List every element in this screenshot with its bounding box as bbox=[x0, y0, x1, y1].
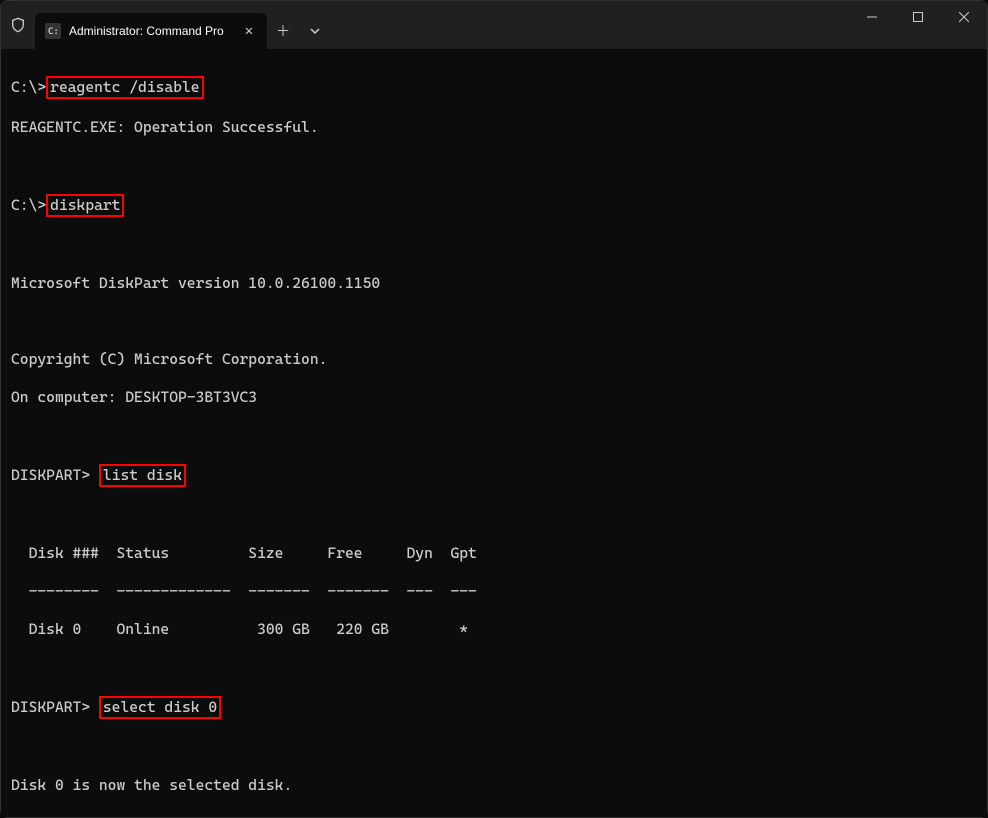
tab-dropdown-button[interactable] bbox=[299, 13, 331, 49]
disk-table-separator: -------- ------------- ------- ------- -… bbox=[11, 582, 977, 601]
diskpart-prompt: DISKPART> bbox=[11, 466, 99, 484]
prompt: C:\> bbox=[11, 78, 46, 96]
tab-active[interactable]: C: Administrator: Command Pro ✕ bbox=[35, 13, 267, 49]
titlebar-left: C: Administrator: Command Pro ✕ ＋ bbox=[1, 1, 331, 49]
close-button[interactable] bbox=[941, 1, 987, 33]
prompt: C:\> bbox=[11, 196, 46, 214]
maximize-button[interactable] bbox=[895, 1, 941, 33]
output-line: On computer: DESKTOP-3BT3VC3 bbox=[11, 388, 977, 407]
terminal-output[interactable]: C:\>reagentc /disable REAGENTC.EXE: Oper… bbox=[1, 49, 987, 817]
output-line: Microsoft DiskPart version 10.0.26100.11… bbox=[11, 274, 977, 293]
minimize-button[interactable] bbox=[849, 1, 895, 33]
tab-title: Administrator: Command Pro bbox=[69, 24, 233, 38]
command-list-disk: list disk bbox=[99, 464, 186, 487]
cmd-icon: C: bbox=[45, 23, 61, 39]
new-tab-button[interactable]: ＋ bbox=[267, 13, 299, 49]
tab-close-button[interactable]: ✕ bbox=[241, 23, 257, 39]
titlebar: C: Administrator: Command Pro ✕ ＋ bbox=[1, 1, 987, 49]
disk-table-row: Disk 0 Online 300 GB 220 GB * bbox=[11, 620, 977, 639]
svg-text:C:: C: bbox=[48, 27, 59, 37]
command-reagentc: reagentc /disable bbox=[46, 76, 203, 99]
output-line: Copyright (C) Microsoft Corporation. bbox=[11, 350, 977, 369]
shield-icon bbox=[1, 17, 35, 33]
disk-table-header: Disk ### Status Size Free Dyn Gpt bbox=[11, 544, 977, 563]
command-select-disk: select disk 0 bbox=[99, 696, 221, 719]
terminal-window: C: Administrator: Command Pro ✕ ＋ bbox=[0, 0, 988, 818]
diskpart-prompt: DISKPART> bbox=[11, 698, 99, 716]
command-diskpart: diskpart bbox=[46, 194, 124, 217]
output-line: Disk 0 is now the selected disk. bbox=[11, 776, 977, 795]
window-controls bbox=[849, 1, 987, 49]
output-line: REAGENTC.EXE: Operation Successful. bbox=[11, 118, 977, 137]
